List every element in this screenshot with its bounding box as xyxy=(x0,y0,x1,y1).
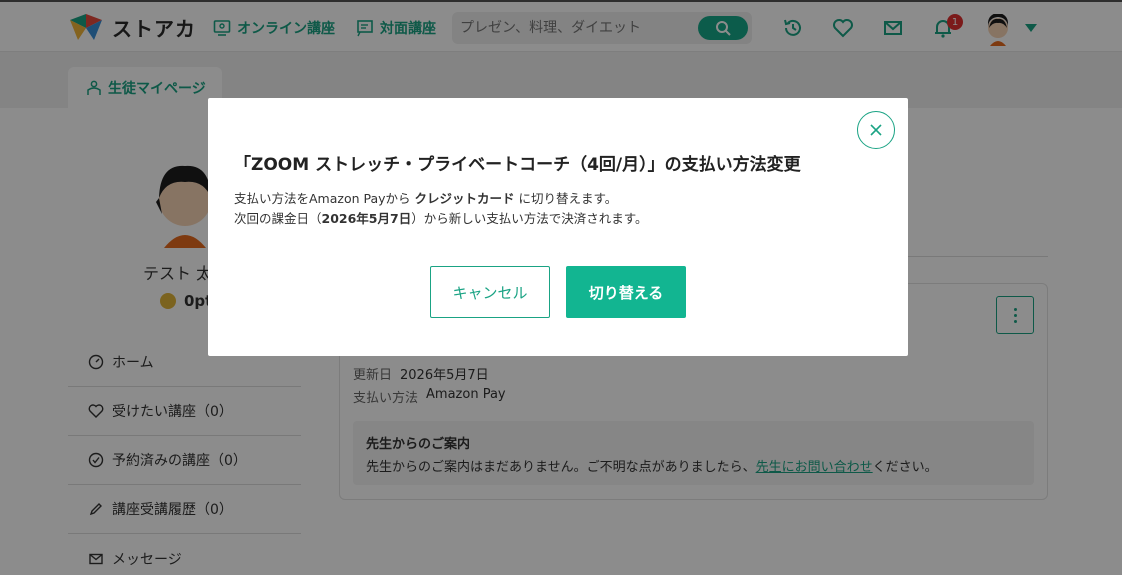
payment-change-dialog: 「ZOOM ストレッチ・プライベートコーチ（4回/月）」の支払い方法変更 支払い… xyxy=(208,98,908,356)
dialog-line-2-pre: 次回の課金日（ xyxy=(234,211,322,226)
dialog-line-1-pre: 支払い方法をAmazon Payから xyxy=(234,191,411,206)
close-button[interactable] xyxy=(857,111,895,149)
dialog-line-1: 支払い方法をAmazon Payから クレジットカード に切り替えます。 xyxy=(234,188,617,207)
dialog-title: 「ZOOM ストレッチ・プライベートコーチ（4回/月）」の支払い方法変更 xyxy=(234,155,801,175)
dialog-line-1-bold: クレジットカード xyxy=(414,191,515,206)
close-icon xyxy=(870,124,882,136)
dialog-line-2-post: ）から新しい支払い方法で決済されます。 xyxy=(411,211,648,226)
dialog-line-2-bold: 2026年5月7日 xyxy=(321,211,412,226)
dialog-line-2: 次回の課金日（2026年5月7日）から新しい支払い方法で決済されます。 xyxy=(234,208,647,227)
cancel-button[interactable]: キャンセル xyxy=(430,266,550,318)
dialog-line-1-post: に切り替えます。 xyxy=(518,191,618,206)
switch-button[interactable]: 切り替える xyxy=(566,266,686,318)
